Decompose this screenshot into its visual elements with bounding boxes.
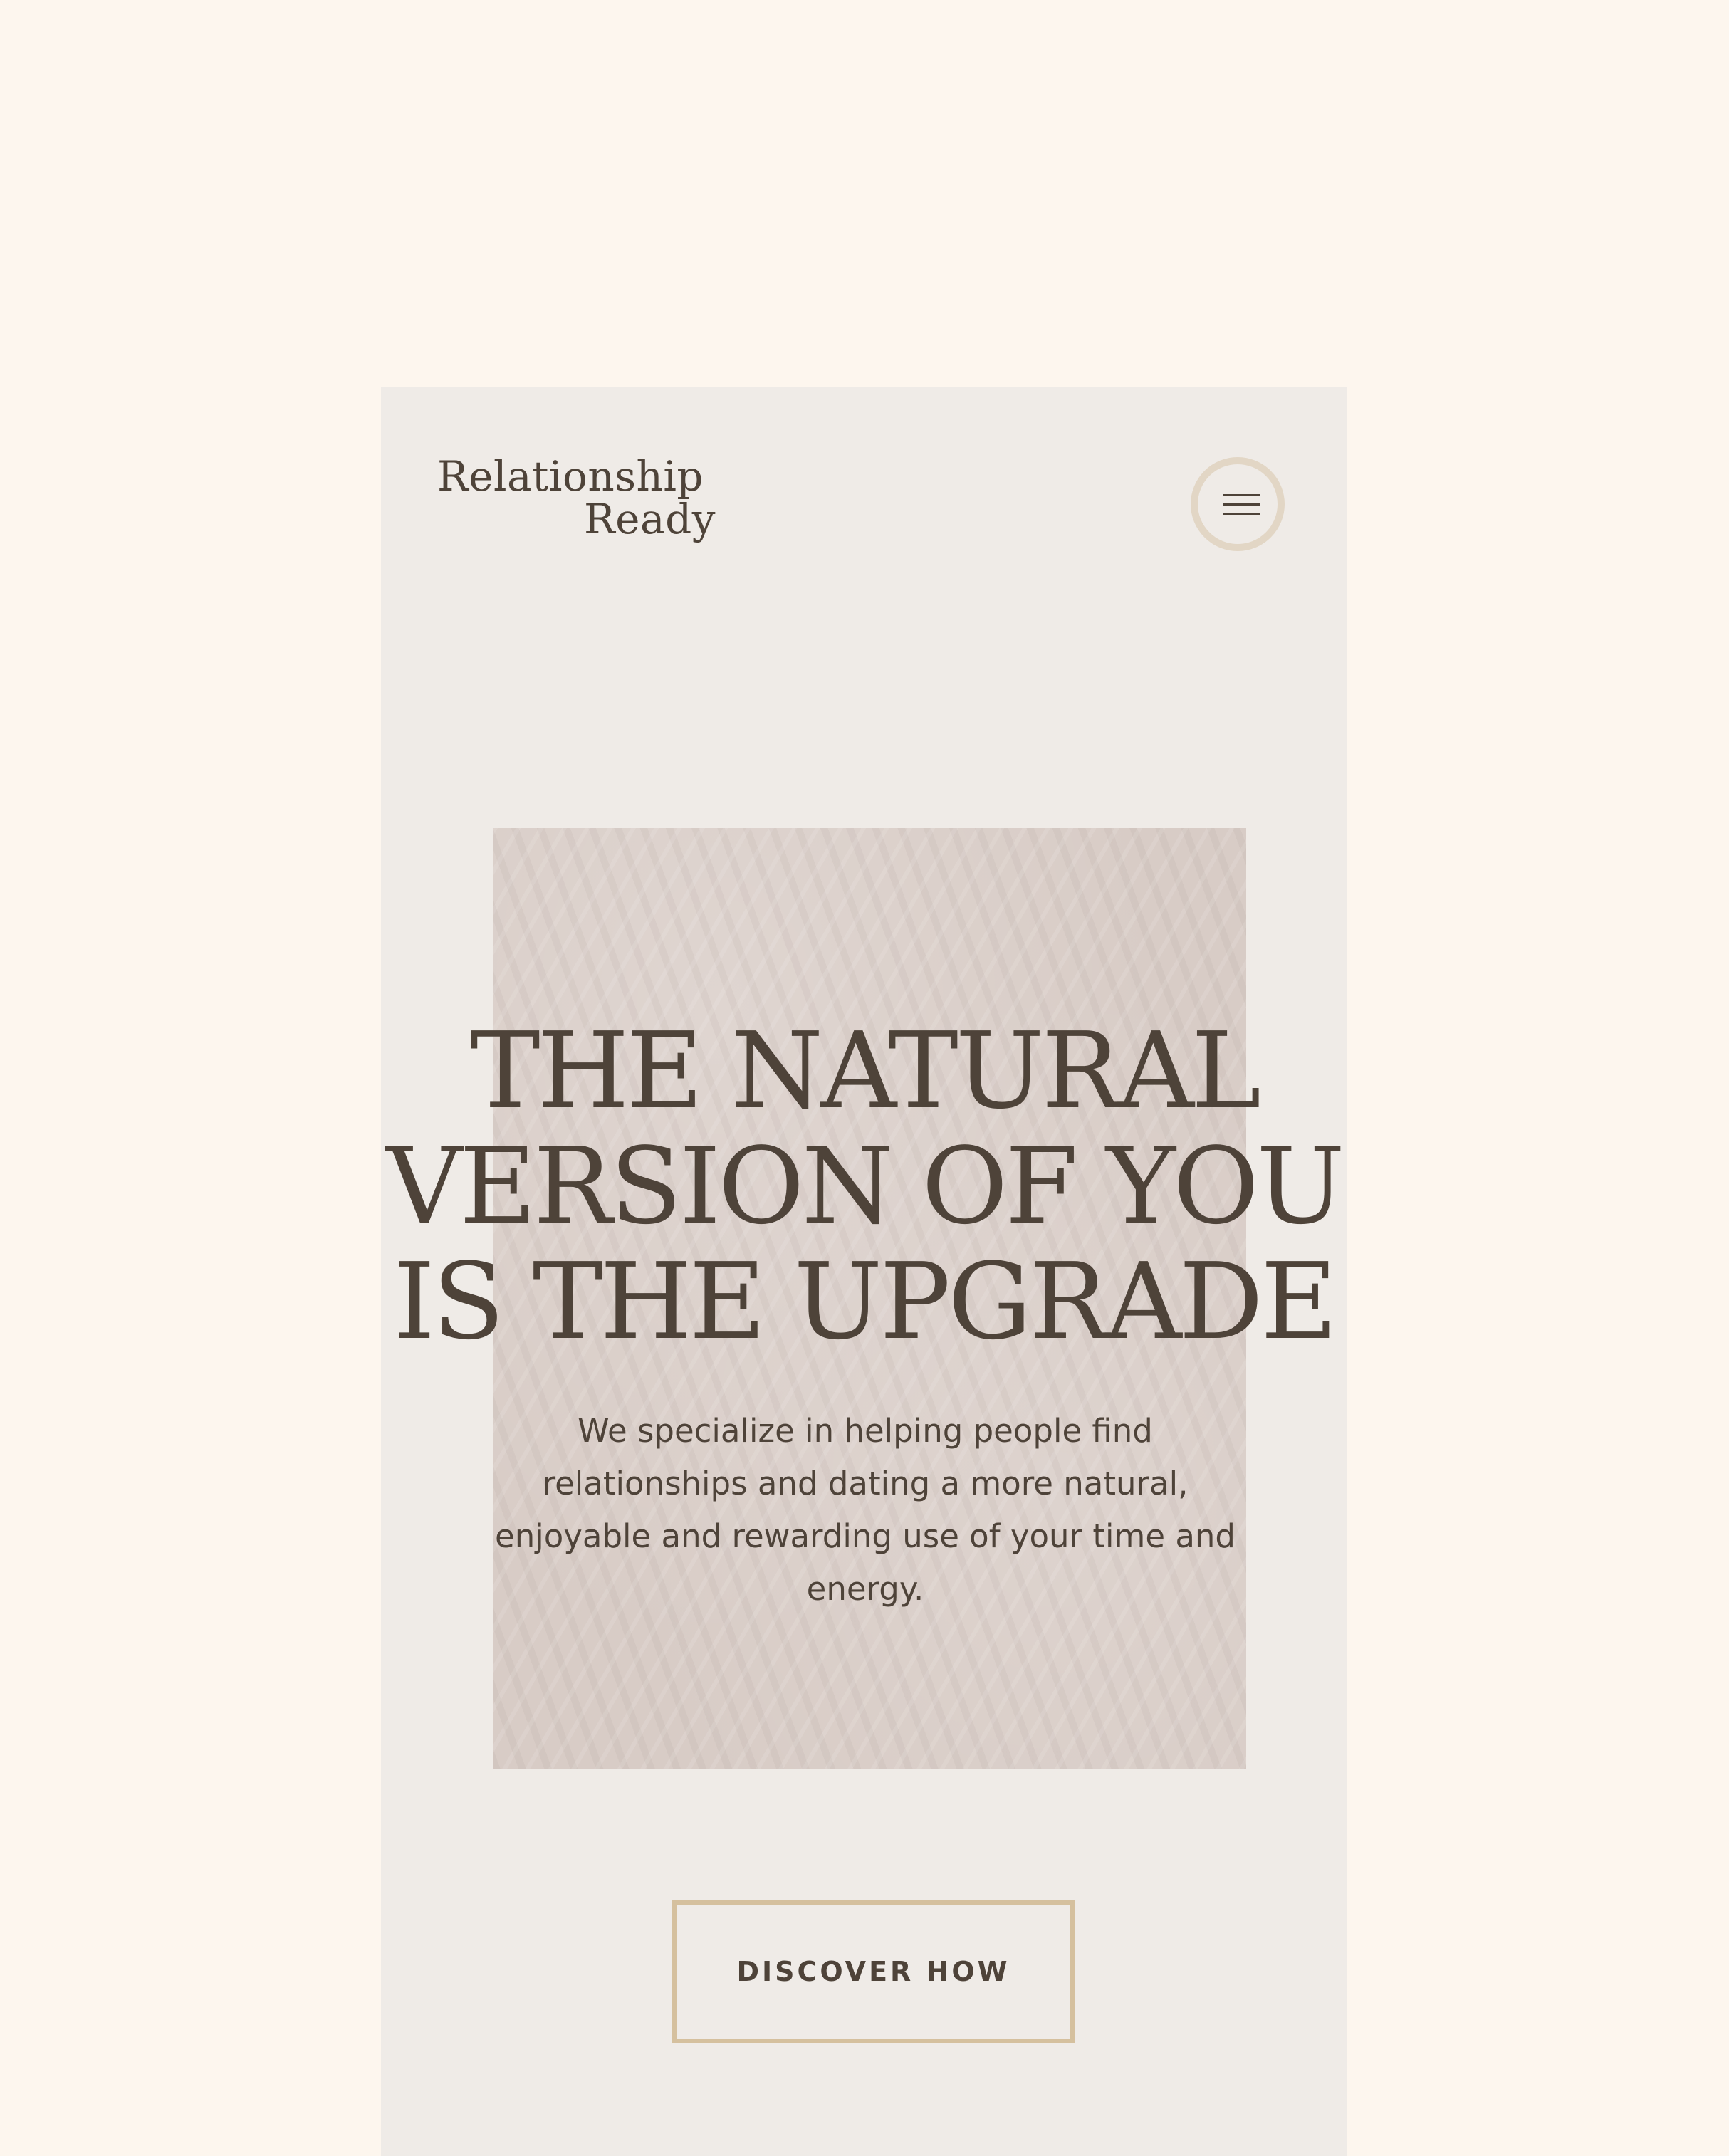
menu-icon-bar [1223,513,1260,515]
logo-line-2: Ready [584,495,716,543]
menu-icon-bar [1223,503,1260,506]
logo-line-1: Relationship [437,452,704,501]
mobile-page-frame: Relationship Ready THE NATURAL VERSION O… [381,387,1347,2156]
hero-subtext: We specialize in helping people find rel… [495,1412,1236,1608]
menu-icon-bar [1223,494,1260,496]
hamburger-menu-icon [1223,494,1260,516]
hero-headline: THE NATURAL VERSION OF YOU IS THE UPGRAD… [381,1013,1347,1359]
menu-button[interactable] [1191,457,1285,551]
headline-line-3: IS THE UPGRADE [393,1240,1337,1363]
discover-how-button[interactable]: DISCOVER HOW [672,1900,1075,2043]
site-logo[interactable]: Relationship Ready [437,452,722,552]
headline-line-1: THE NATURAL [469,1010,1261,1132]
headline-line-2: VERSION OF YOU [386,1125,1345,1247]
